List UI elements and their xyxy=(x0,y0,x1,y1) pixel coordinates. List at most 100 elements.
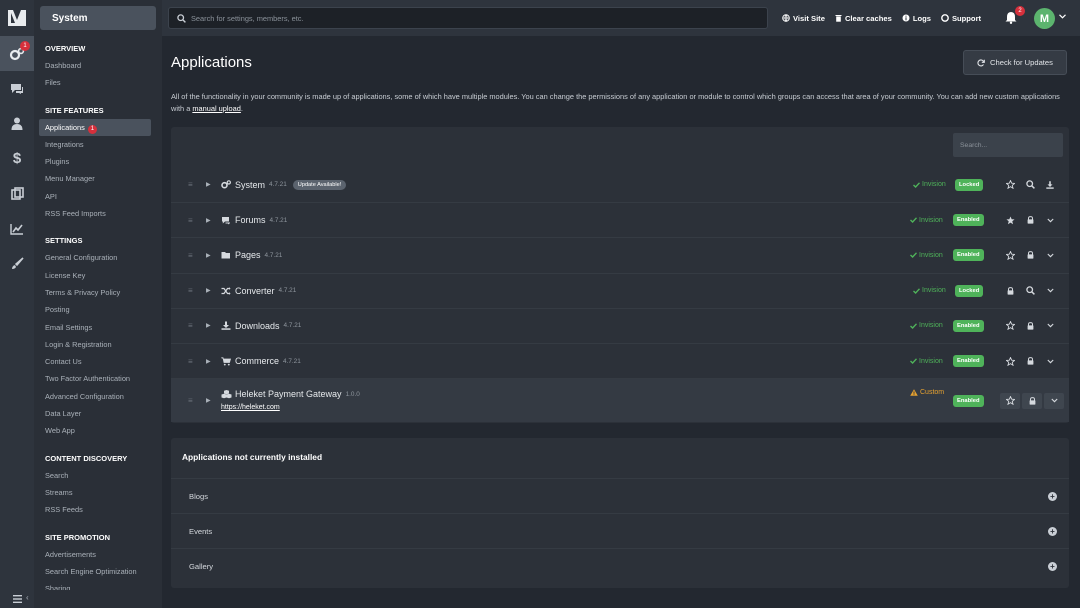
drag-handle-icon[interactable]: ≡ xyxy=(188,180,193,189)
chevron-left-icon[interactable]: ‹ xyxy=(26,593,29,602)
lock-icon[interactable] xyxy=(1022,392,1042,409)
avatar[interactable]: M xyxy=(1034,8,1055,29)
app-row-system[interactable]: ≡ ▶ System 4.7.21 Update Available! Invi… xyxy=(171,167,1069,202)
not-installed-row-events[interactable]: Events + xyxy=(171,513,1069,548)
plus-circle-icon[interactable]: + xyxy=(1048,562,1057,571)
chevron-down-icon[interactable] xyxy=(1040,212,1060,228)
plus-circle-icon[interactable]: + xyxy=(1048,527,1057,536)
support-link[interactable]: Support xyxy=(941,14,981,23)
sidebar-item-advanced-configuration[interactable]: Advanced Configuration xyxy=(39,388,151,405)
app-status-badge[interactable]: Enabled xyxy=(953,355,984,368)
expand-triangle-icon[interactable]: ▶ xyxy=(206,252,211,259)
app-row-downloads[interactable]: ≡ ▶ Downloads 4.7.21 Invision Enabled xyxy=(171,307,1069,343)
app-status-badge[interactable]: Enabled xyxy=(953,214,984,227)
sidebar-header[interactable]: System xyxy=(40,6,156,30)
expand-triangle-icon[interactable]: ▶ xyxy=(206,358,211,365)
app-row-converter[interactable]: ≡ ▶ Converter 4.7.21 Invision Locked xyxy=(171,272,1069,308)
expand-triangle-icon[interactable]: ▶ xyxy=(206,397,211,404)
lock-icon[interactable] xyxy=(1020,212,1040,228)
star-icon[interactable] xyxy=(1000,318,1020,334)
sidebar-item-menu-manager[interactable]: Menu Manager xyxy=(39,170,151,187)
app-row-forums[interactable]: ≡ ▶ Forums 4.7.21 Invision Enabled xyxy=(171,202,1069,237)
sidebar-item-search-engine-optimization[interactable]: Search Engine Optimization xyxy=(39,563,151,580)
rail-system[interactable]: 1 xyxy=(0,36,34,71)
sidebar-item-plugins[interactable]: Plugins xyxy=(39,153,151,170)
rail-content[interactable] xyxy=(0,176,34,211)
sidebar-item-search[interactable]: Search xyxy=(39,467,151,484)
chevron-down-icon[interactable] xyxy=(1044,392,1064,409)
expand-triangle-icon[interactable]: ▶ xyxy=(206,217,211,224)
rail-community[interactable] xyxy=(0,71,34,106)
star-icon[interactable] xyxy=(1000,392,1020,409)
drag-handle-icon[interactable]: ≡ xyxy=(188,357,193,366)
app-url-link[interactable]: https://heleket.com xyxy=(221,404,280,411)
sidebar-item-files[interactable]: Files xyxy=(39,74,151,91)
app-row-heleket-payment-gateway[interactable]: ≡ ▶ Heleket Payment Gateway 1.0.0 https:… xyxy=(171,378,1069,423)
lock-icon[interactable] xyxy=(1000,283,1020,299)
plus-circle-icon[interactable]: + xyxy=(1048,492,1057,501)
logs-link[interactable]: Logs xyxy=(902,14,931,23)
sidebar-item-streams[interactable]: Streams xyxy=(39,484,151,501)
clear-caches-link[interactable]: Clear caches xyxy=(835,14,892,23)
chevron-down-icon[interactable] xyxy=(1040,283,1060,299)
collapse-sidebar[interactable]: ‹ xyxy=(26,590,162,608)
manual-upload-link[interactable]: manual upload xyxy=(192,104,241,113)
invision-logo-icon[interactable] xyxy=(0,0,34,36)
lock-icon[interactable] xyxy=(1020,247,1040,263)
not-installed-row-blogs[interactable]: Blogs + xyxy=(171,478,1069,513)
drag-handle-icon[interactable]: ≡ xyxy=(188,216,193,225)
sidebar-item-data-layer[interactable]: Data Layer xyxy=(39,405,151,422)
drag-handle-icon[interactable]: ≡ xyxy=(188,321,193,330)
sidebar-item-applications[interactable]: Applications 1 xyxy=(39,118,151,136)
sidebar-item-general-configuration[interactable]: General Configuration xyxy=(39,249,151,266)
search-icon[interactable] xyxy=(1020,177,1040,193)
star-icon[interactable] xyxy=(1000,247,1020,263)
rail-commerce[interactable]: $ xyxy=(0,141,34,176)
sidebar-item-integrations[interactable]: Integrations xyxy=(39,136,151,153)
sidebar-item-contact-us[interactable]: Contact Us xyxy=(39,353,151,370)
app-status-badge[interactable]: Enabled xyxy=(953,319,984,332)
applications-search-input[interactable]: Search... xyxy=(953,133,1063,157)
expand-triangle-icon[interactable]: ▶ xyxy=(206,181,211,188)
search-icon[interactable] xyxy=(1020,283,1040,299)
drag-handle-icon[interactable]: ≡ xyxy=(188,251,193,260)
sidebar-item-dashboard[interactable]: Dashboard xyxy=(39,57,151,74)
sidebar-item-rss-feed-imports[interactable]: RSS Feed Imports xyxy=(39,205,151,222)
app-status-badge[interactable]: Locked xyxy=(955,284,984,297)
star-icon[interactable] xyxy=(1000,353,1020,369)
sidebar-item-two-factor-authentication[interactable]: Two Factor Authentication xyxy=(39,370,151,387)
rail-customization[interactable] xyxy=(0,246,34,281)
lock-icon[interactable] xyxy=(1020,353,1040,369)
sidebar-item-api[interactable]: API xyxy=(39,188,151,205)
sidebar-item-login-registration[interactable]: Login & Registration xyxy=(39,336,151,353)
sidebar-item-web-app[interactable]: Web App xyxy=(39,422,151,439)
chevron-down-icon[interactable] xyxy=(1040,353,1060,369)
sidebar-item-terms-privacy-policy[interactable]: Terms & Privacy Policy xyxy=(39,284,151,301)
app-status-badge[interactable]: Locked xyxy=(955,178,984,191)
sidebar-item-posting[interactable]: Posting xyxy=(39,301,151,318)
app-status-badge[interactable]: Enabled xyxy=(953,394,984,407)
notifications-button[interactable]: 2 xyxy=(1005,6,1025,24)
star-icon[interactable] xyxy=(1000,212,1020,228)
rail-members[interactable] xyxy=(0,106,34,141)
sidebar-item-rss-feeds[interactable]: RSS Feeds xyxy=(39,501,151,518)
drag-handle-icon[interactable]: ≡ xyxy=(188,286,193,295)
download-icon[interactable] xyxy=(1040,177,1060,193)
expand-triangle-icon[interactable]: ▶ xyxy=(206,287,211,294)
sidebar-item-advertisements[interactable]: Advertisements xyxy=(39,546,151,563)
app-row-pages[interactable]: ≡ ▶ Pages 4.7.21 Invision Enabled xyxy=(171,237,1069,272)
chevron-down-icon[interactable] xyxy=(1040,318,1060,334)
chevron-down-icon[interactable] xyxy=(1040,247,1060,263)
update-available-badge[interactable]: Update Available! xyxy=(292,179,347,190)
drag-handle-icon[interactable]: ≡ xyxy=(188,396,193,405)
sidebar-item-email-settings[interactable]: Email Settings xyxy=(39,319,151,336)
sidebar-item-license-key[interactable]: License Key xyxy=(39,267,151,284)
chevron-down-icon[interactable] xyxy=(1059,14,1066,19)
visit-site-link[interactable]: Visit Site xyxy=(782,14,825,23)
rail-stats[interactable] xyxy=(0,211,34,246)
check-updates-button[interactable]: Check for Updates xyxy=(963,50,1067,75)
app-status-badge[interactable]: Enabled xyxy=(953,249,984,262)
not-installed-row-gallery[interactable]: Gallery + xyxy=(171,548,1069,583)
app-row-commerce[interactable]: ≡ ▶ Commerce 4.7.21 Invision Enabled xyxy=(171,342,1069,378)
expand-triangle-icon[interactable]: ▶ xyxy=(206,322,211,329)
